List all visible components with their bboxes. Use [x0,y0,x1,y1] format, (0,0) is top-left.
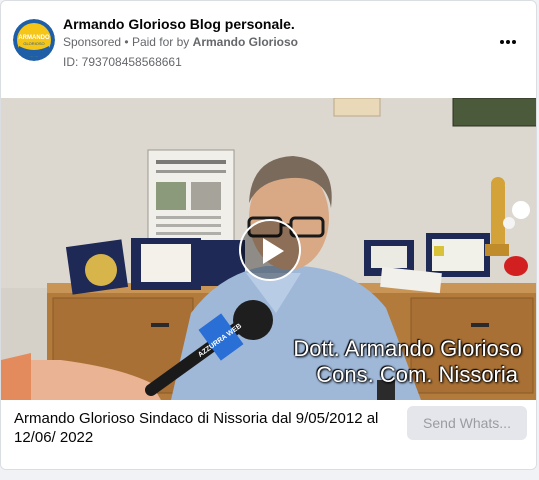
avatar-sublabel: GLORIOSO [23,41,44,46]
page-name-link[interactable]: Armando Glorioso Blog personale. [63,16,295,32]
page-avatar[interactable]: ARMANDO GLORIOSO [13,19,55,61]
video-player[interactable]: AZZURRA WEB Dott. Armando Glorioso Cons.… [1,98,536,400]
paid-for-by-label: Paid for by [131,35,190,49]
ad-caption: Armando Glorioso Sindaco di Nissoria dal… [14,410,379,446]
play-icon [263,238,284,264]
sponsored-label: Sponsored [63,35,122,49]
paid-for-by-name: Armando Glorioso [192,35,298,49]
send-whatsapp-button[interactable]: Send Whats... [407,406,527,440]
video-overlay-name: Dott. Armando Glorioso [293,336,522,361]
ad-header: ARMANDO GLORIOSO Armando Glorioso Blog p… [1,1,536,97]
sponsored-line: Sponsored • Paid for by Armando Glorioso [63,35,298,49]
video-overlay-role: Cons. Com. Nissoria [316,362,518,387]
play-button[interactable] [239,219,301,281]
more-options-icon[interactable] [495,29,521,55]
meta-separator: • [124,35,129,49]
ad-footer: Armando Glorioso Sindaco di Nissoria dal… [1,400,536,469]
ad-library-id: ID: 793708458568661 [63,55,182,69]
ad-card: ARMANDO GLORIOSO Armando Glorioso Blog p… [0,0,537,470]
